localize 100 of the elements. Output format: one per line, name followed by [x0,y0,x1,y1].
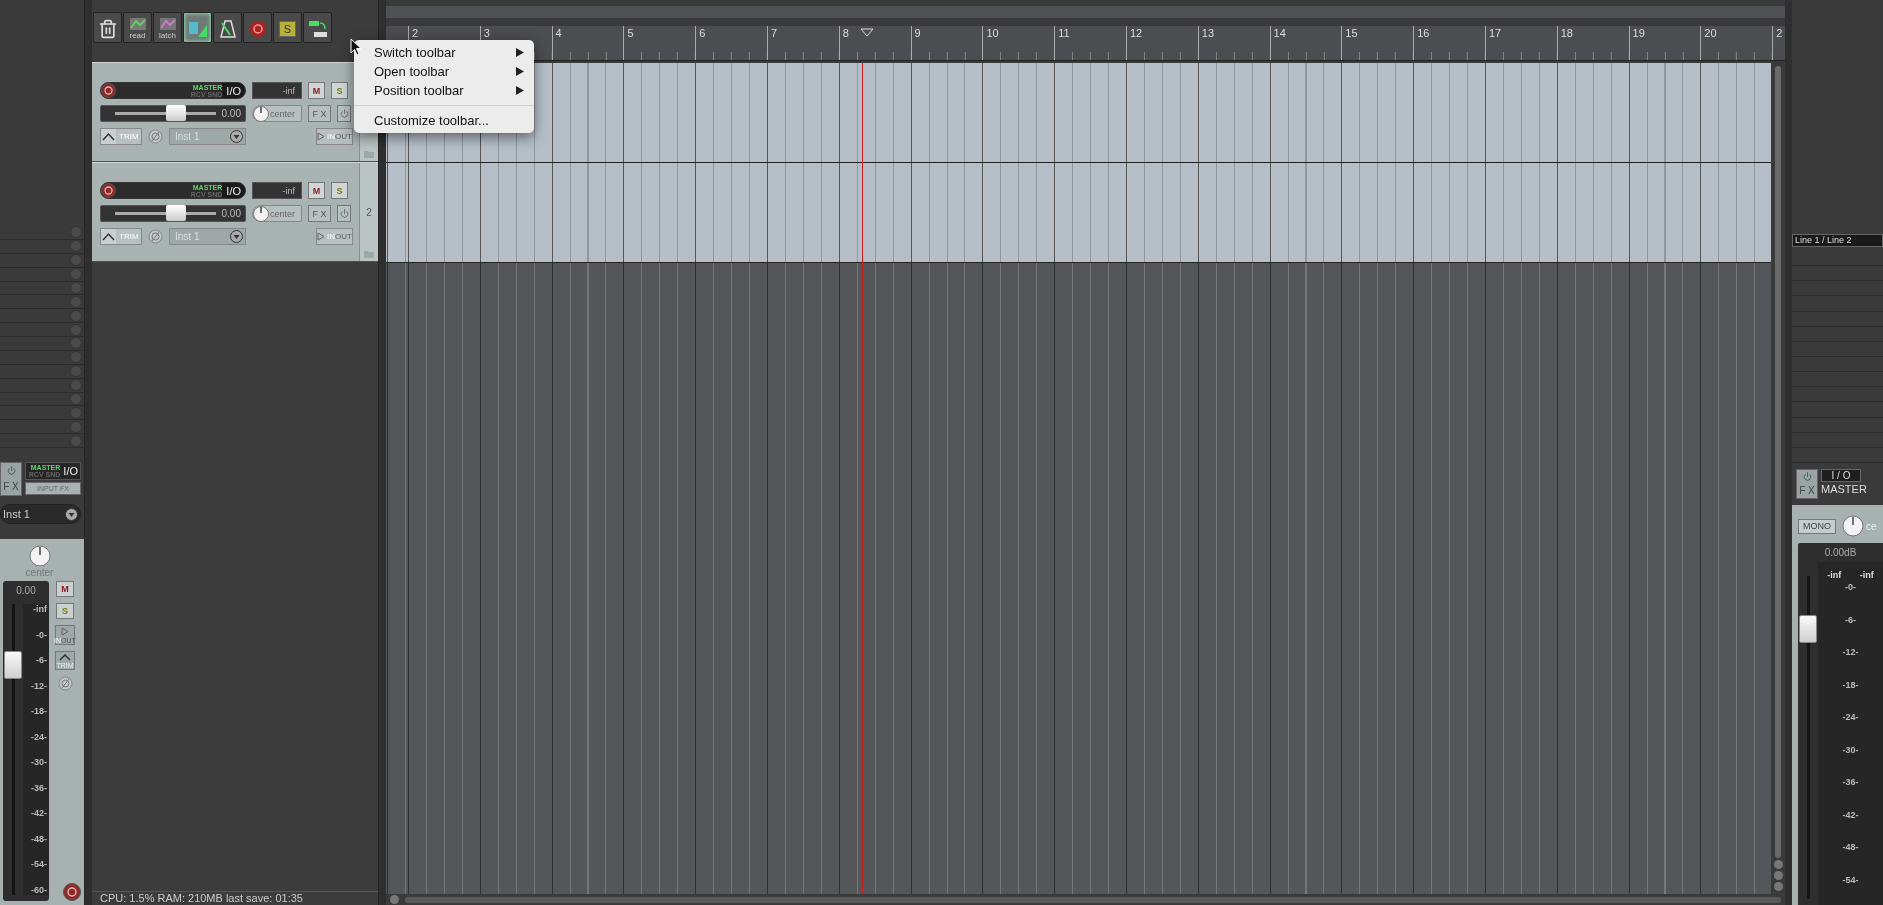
measure-number: 20 [1704,27,1717,39]
measure-number: 18 [1560,27,1573,39]
playhead-marker[interactable] [860,28,875,37]
scale-label: -42- [1842,809,1859,820]
pan-knob[interactable] [1842,515,1864,537]
pan-control[interactable]: center [252,105,302,122]
slot-knob[interactable] [70,420,82,433]
scrollbar-thumb[interactable] [405,896,1781,903]
scale-label: -36- [31,782,47,793]
record-arm-icon[interactable] [101,83,116,98]
slot-knob[interactable] [70,254,82,267]
menu-item[interactable]: Customize toolbar... [354,111,534,130]
submenu-arrow-icon [516,86,524,95]
menu-item[interactable]: Position toolbar [354,81,534,100]
slot-knob[interactable] [70,406,82,419]
envelope-icon [101,129,116,144]
record-arm-icon[interactable] [101,183,116,198]
slider-thumb[interactable] [166,105,187,121]
fx-button[interactable]: F X [308,105,331,122]
phase-icon[interactable] [148,129,163,144]
solo-button[interactable]: S [56,603,74,619]
envelope-icon [157,17,178,31]
measure-number: 2 [1776,27,1783,39]
mute-button[interactable]: M [56,581,74,597]
measure-number: 17 [1488,27,1502,39]
folder-icon[interactable] [364,250,374,258]
scale-label: -18- [31,706,47,717]
slot-knob[interactable] [70,309,82,322]
slot-knob[interactable] [70,295,82,308]
io-button[interactable]: I / O [1821,469,1861,482]
mono-button[interactable]: MONO [1798,518,1836,534]
slot-knob[interactable] [70,268,82,281]
menu-item[interactable]: Open toolbar [354,62,534,81]
fx-button[interactable]: F X [0,462,22,496]
fader-thumb[interactable] [1799,615,1817,644]
peak-readout: -inf [1827,570,1842,580]
fader-thumb[interactable] [4,651,22,680]
power-icon [1802,472,1812,481]
slot-knob[interactable] [70,365,82,378]
record-icon [247,18,268,39]
envelope-icon [59,653,71,661]
monitor-button[interactable]: INOUT [316,128,353,145]
mute-button[interactable]: M [308,82,325,99]
slot-knob[interactable] [70,434,82,447]
toolbar-button[interactable] [213,12,242,43]
power-button[interactable] [337,205,351,222]
scale-label: -36- [1842,777,1859,788]
caret-icon [230,230,243,243]
slider-thumb[interactable] [166,205,187,221]
slot-knob[interactable] [70,323,82,336]
slot-knob[interactable] [70,337,82,350]
zoom-button[interactable] [390,895,399,904]
power-button[interactable] [337,105,351,122]
pan-control[interactable]: center [252,205,302,222]
scale-label: -24- [31,731,47,742]
input-dropdown[interactable]: Inst 1 [0,504,81,524]
toolbar-button[interactable] [243,12,272,43]
volume-slider[interactable]: 0.00 [100,105,246,122]
play-icon [61,627,69,636]
mouse-cursor-icon [350,38,362,56]
folder-icon[interactable] [364,150,374,158]
toolbar-button[interactable]: S [273,12,302,43]
knob-icon [253,105,269,122]
submenu-arrow-icon [516,48,524,57]
measure-number: 2 [412,27,419,39]
toolbar-button[interactable] [183,12,212,43]
volume-readout: 0.00 [16,585,36,596]
slot-knob[interactable] [70,379,82,392]
monitor-button[interactable]: INOUT [316,228,353,245]
toolbar-button[interactable] [303,12,332,43]
toolbar-swap-icon [307,18,328,39]
volume-slider[interactable]: 0.00 [100,205,246,222]
fx-button[interactable]: F X [1796,469,1818,499]
scale-label: -48- [31,833,47,844]
fx-button[interactable]: F X [308,205,331,222]
scale-label: -6- [1845,614,1856,625]
measure-number: 5 [627,27,634,39]
toolbar-button[interactable] [93,12,122,43]
scale-label: -54- [1842,874,1859,885]
output-field: Line 1 / Line 2 [1792,234,1883,247]
slot-knob[interactable] [70,240,82,253]
measure-number: 13 [1201,27,1214,39]
slot-knob[interactable] [70,226,82,239]
volume-readout: 0.00dB [1824,546,1857,560]
mute-button[interactable]: M [308,182,325,199]
phase-icon[interactable] [148,229,163,244]
measure-number: 12 [1129,27,1143,39]
toolbar-button[interactable]: read [123,12,152,43]
envelope-icon [101,229,116,244]
solo-button[interactable]: S [331,182,348,199]
solo-button[interactable]: S [331,82,348,99]
phase-icon[interactable] [57,676,73,691]
pan-knob[interactable] [28,545,51,567]
toolbar-button[interactable]: latch [153,12,182,43]
scale-label: -0- [36,629,47,640]
fader-track[interactable] [3,604,23,895]
record-arm-icon[interactable] [63,883,81,901]
scrollbar-thumb[interactable] [1775,66,1781,858]
pan-label: ce [1866,520,1877,532]
slot-knob[interactable] [70,351,82,364]
